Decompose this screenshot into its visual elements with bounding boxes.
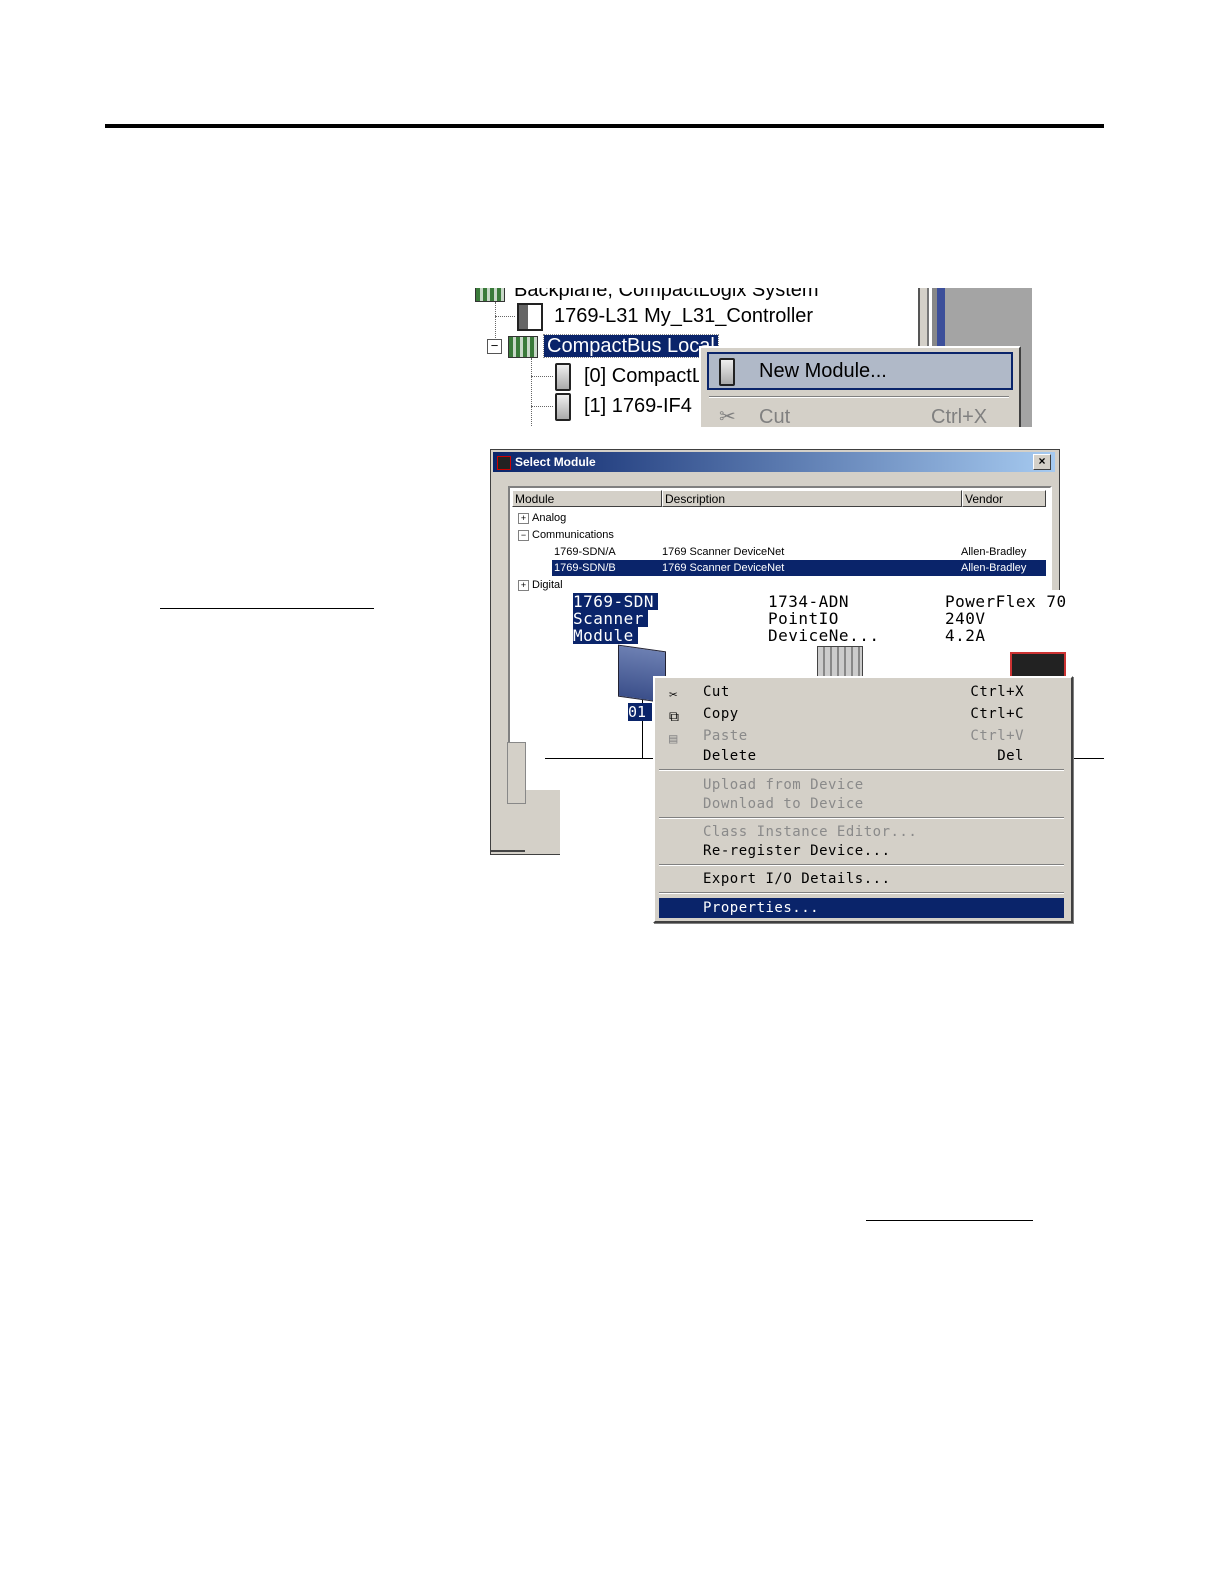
menu-item-class-instance-editor[interactable]: Class Instance Editor... — [659, 822, 1064, 842]
column-header-description[interactable]: Description — [662, 490, 962, 507]
menu-separator — [659, 864, 1064, 866]
tree-item-module-1[interactable]: [1] 1769-IF4 — [555, 392, 695, 421]
menu-item-copy[interactable]: ⧉ Copy Ctrl+C — [659, 704, 1064, 725]
module-icon — [555, 392, 571, 421]
column-header-module[interactable]: Module — [512, 490, 662, 507]
menu-item-upload[interactable]: Upload from Device — [659, 775, 1064, 795]
link-underline — [866, 1220, 1033, 1221]
scrollbar[interactable] — [507, 742, 526, 804]
menu-item-delete[interactable]: Delete Del — [659, 746, 1064, 766]
dialog-titlebar: Select Module × — [493, 452, 1055, 472]
menu-separator — [709, 396, 1009, 398]
link-underline — [160, 608, 374, 609]
expand-icon[interactable]: + — [518, 512, 529, 524]
device-label-pointio[interactable]: 1734-ADN PointIO DeviceNe... — [768, 593, 879, 644]
menu-item-re-register[interactable]: Re-register Device... — [659, 841, 1064, 861]
menu-item-paste[interactable]: ▤ Paste Ctrl+V — [659, 726, 1064, 747]
menu-item-cut[interactable]: ✂ Cut Ctrl+X — [659, 682, 1064, 703]
list-item-1769-sdn-a[interactable]: 1769-SDN/A 1769 Scanner DeviceNet Allen-… — [554, 544, 1048, 560]
header-rule — [105, 124, 1104, 128]
menu-separator — [659, 769, 1064, 771]
list-item-communications[interactable]: − Communications — [518, 527, 614, 543]
module-icon — [555, 362, 571, 391]
device-label-powerflex[interactable]: PowerFlex 70 240V 4.2A — [945, 593, 1067, 644]
list-item-analog[interactable]: + Analog — [518, 510, 566, 526]
column-header-vendor[interactable]: Vendor — [962, 490, 1046, 507]
tree-item-controller[interactable]: 1769-L31 My_L31_Controller — [517, 302, 816, 331]
device-label-scanner[interactable]: 1769-SDN Scanner Module — [573, 593, 659, 644]
device-context-menu: ✂ Cut Ctrl+X ⧉ Copy Ctrl+C ▤ Paste Ctrl+V D… — [653, 676, 1073, 923]
close-button[interactable]: × — [1033, 454, 1051, 470]
network-trunk-line — [1068, 758, 1104, 759]
divider — [491, 850, 525, 852]
menu-item-export-io[interactable]: Export I/O Details... — [659, 869, 1064, 889]
menu-item-download[interactable]: Download to Device — [659, 794, 1064, 814]
menu-separator — [659, 817, 1064, 819]
module-icon — [719, 358, 735, 386]
tree-item-compactbus[interactable]: − CompactBus Local — [487, 332, 719, 360]
network-trunk-line — [545, 758, 655, 759]
node-number: 01 — [628, 703, 652, 721]
collapse-icon[interactable]: − — [518, 529, 529, 541]
cut-menu-item[interactable]: Cut — [759, 406, 790, 427]
menu-item-properties[interactable]: Properties... — [659, 898, 1064, 918]
rack-icon — [508, 335, 538, 358]
io-configuration-tree: Backplane, CompactLogix System 1769-L31 … — [463, 288, 1032, 427]
copy-icon: ⧉ — [669, 709, 679, 725]
pointio-device-icon[interactable] — [817, 646, 863, 678]
app-icon — [497, 456, 511, 470]
cut-shortcut: Ctrl+X — [931, 406, 988, 427]
scissors-icon: ✂ — [719, 406, 736, 427]
new-module-menu-item[interactable]: New Module... — [707, 352, 1013, 390]
menu-separator — [659, 892, 1064, 894]
list-item-digital[interactable]: + Digital — [518, 577, 563, 593]
controller-icon — [517, 302, 543, 331]
expand-icon[interactable]: + — [518, 579, 529, 591]
rack-icon — [475, 288, 505, 302]
collapse-icon[interactable]: − — [487, 339, 502, 355]
scissors-icon: ✂ — [669, 687, 678, 703]
list-item-1769-sdn-b[interactable]: 1769-SDN/B 1769 Scanner DeviceNet Allen-… — [552, 560, 1046, 576]
tree-context-menu: New Module... ✂ Cut Ctrl+X — [699, 346, 1021, 427]
